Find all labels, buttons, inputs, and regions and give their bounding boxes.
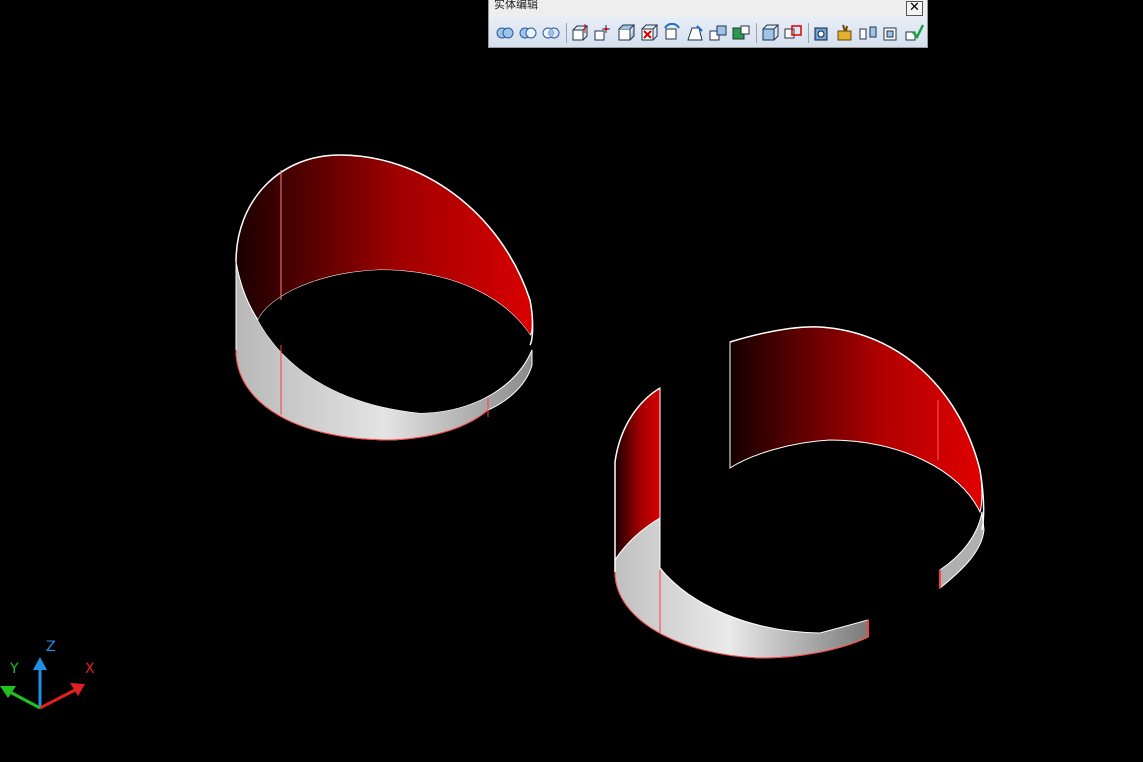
clean-button[interactable]	[835, 23, 855, 43]
extrude-faces-button[interactable]	[570, 23, 590, 43]
taper-faces-icon	[687, 25, 703, 41]
delete-faces-button[interactable]	[639, 23, 659, 43]
z-axis-label: Z	[46, 639, 56, 655]
intersect-button[interactable]	[541, 23, 561, 43]
x-axis-label: X	[85, 661, 95, 677]
offset-faces-button[interactable]	[616, 23, 636, 43]
toolbar-title: 实体编辑	[494, 0, 538, 11]
y-axis-line	[9, 690, 41, 710]
separate-button[interactable]	[858, 23, 878, 43]
drawing-viewport[interactable]: X Y Z	[0, 0, 1143, 762]
copy-edges-icon	[762, 24, 780, 41]
right-cylinder-outer-face-right	[939, 511, 985, 590]
right-cylinder-shell[interactable]	[614, 326, 985, 659]
intersect-icon	[542, 27, 560, 39]
ucs-icon: X Y Z	[0, 639, 95, 710]
extrude-faces-icon	[572, 24, 589, 41]
y-axis-label: Y	[9, 661, 19, 677]
toolbar-separator	[566, 23, 567, 43]
rotate-faces-icon	[664, 23, 680, 40]
solid-editing-toolbar[interactable]: 实体编辑 ✕	[488, 0, 928, 48]
shell-button[interactable]	[881, 23, 901, 43]
union-button[interactable]	[495, 23, 515, 43]
color-faces-icon	[732, 25, 750, 40]
subtract-icon	[519, 27, 537, 39]
color-edges-icon	[784, 25, 802, 39]
move-faces-icon	[594, 25, 610, 41]
clean-icon	[837, 24, 852, 41]
z-axis-arrow	[33, 657, 47, 670]
copy-edges-button[interactable]	[760, 23, 780, 43]
y-axis-arrow	[0, 686, 16, 698]
copy-faces-icon	[709, 25, 727, 41]
toolbar-separator	[808, 23, 809, 43]
separate-icon	[859, 26, 877, 40]
check-button[interactable]	[904, 23, 924, 43]
left-cylinder-shell[interactable]	[235, 154, 534, 441]
delete-faces-icon	[641, 24, 659, 41]
right-cylinder-outer-face-left	[614, 517, 869, 659]
toolbar-button-row	[489, 17, 927, 47]
close-button[interactable]: ✕	[906, 1, 923, 16]
color-edges-button[interactable]	[783, 23, 803, 43]
x-axis-line	[39, 688, 76, 710]
toolbar-separator	[756, 23, 757, 43]
offset-faces-icon	[618, 24, 636, 41]
imprint-icon	[814, 27, 828, 41]
color-faces-button[interactable]	[731, 23, 751, 43]
x-axis-arrow	[70, 683, 85, 696]
shell-icon	[883, 27, 897, 41]
move-faces-button[interactable]	[593, 23, 613, 43]
union-icon	[496, 27, 514, 39]
taper-faces-button[interactable]	[685, 23, 705, 43]
check-icon	[905, 24, 924, 41]
imprint-button[interactable]	[812, 23, 832, 43]
copy-faces-button[interactable]	[708, 23, 728, 43]
subtract-button[interactable]	[518, 23, 538, 43]
right-cylinder-inner-face-right	[729, 326, 983, 514]
rotate-faces-button[interactable]	[662, 23, 682, 43]
close-icon: ✕	[909, 0, 920, 15]
